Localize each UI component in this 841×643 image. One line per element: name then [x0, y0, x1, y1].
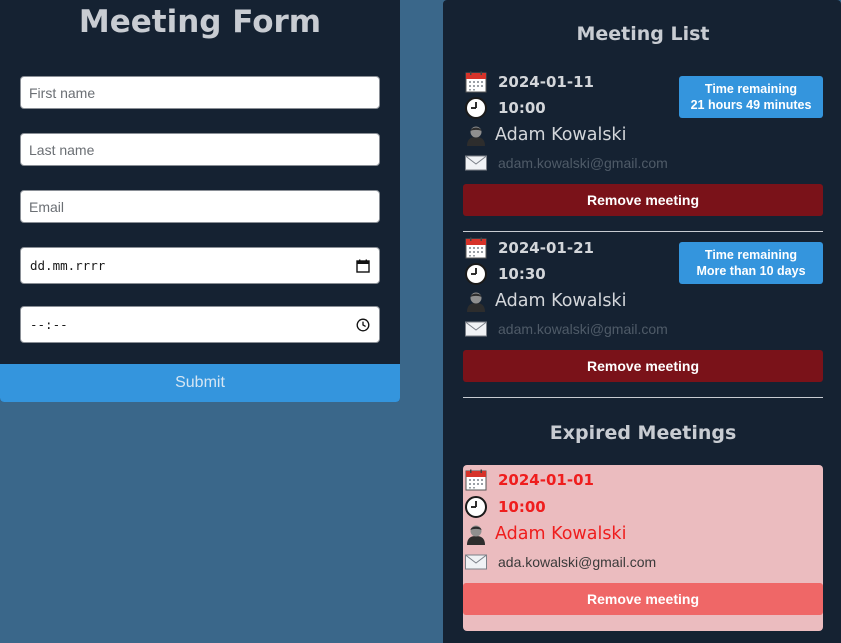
calendar-picker-icon[interactable] [356, 259, 370, 273]
envelope-icon [465, 152, 487, 174]
first-name-input[interactable] [20, 76, 380, 109]
clock-icon [465, 496, 487, 518]
time-input[interactable]: --:-- [20, 306, 380, 343]
meeting-form-panel: Meeting Form dd.mm.rrrr --:-- Submit [0, 0, 400, 402]
date-input[interactable]: dd.mm.rrrr [20, 247, 380, 284]
remove-meeting-button[interactable]: Remove meeting [463, 184, 823, 216]
badge-title: Time remaining [704, 248, 798, 262]
meeting-date: 2024-01-21 [498, 239, 594, 257]
expired-meetings-heading: Expired Meetings [549, 422, 737, 444]
divider [463, 397, 823, 398]
time-remaining-badge: Time remaining 21 hours 49 minutes [679, 76, 823, 118]
meeting-email: adam.kowalski@gmail.com [498, 321, 668, 337]
expired-meeting-card: 2024-01-01 10:00 Adam Kowalski ada.kowal… [463, 465, 823, 631]
meeting-name: Adam Kowalski [495, 524, 627, 544]
person-icon [465, 124, 487, 146]
clock-icon [465, 97, 487, 119]
meeting-name: Adam Kowalski [495, 125, 627, 145]
envelope-icon [465, 551, 487, 573]
divider [463, 231, 823, 232]
time-input-placeholder: --:-- [30, 317, 68, 332]
remove-meeting-button[interactable]: Remove meeting [463, 350, 823, 382]
calendar-icon [465, 469, 487, 491]
meeting-email: adam.kowalski@gmail.com [498, 155, 668, 171]
remove-meeting-button[interactable]: Remove meeting [463, 583, 823, 615]
meeting-time: 10:00 [498, 99, 546, 117]
last-name-input[interactable] [20, 133, 380, 166]
submit-button[interactable]: Submit [0, 364, 400, 402]
time-remaining-badge: Time remaining More than 10 days [679, 242, 823, 284]
calendar-icon [465, 237, 487, 259]
meeting-email: ada.kowalski@gmail.com [498, 554, 657, 570]
clock-icon [465, 263, 487, 285]
meeting-list-heading: Meeting List [576, 23, 710, 45]
form-title: Meeting Form [78, 4, 322, 40]
date-input-placeholder: dd.mm.rrrr [30, 258, 106, 273]
meeting-name: Adam Kowalski [495, 291, 627, 311]
calendar-icon [465, 71, 487, 93]
meeting-date: 2024-01-01 [498, 471, 594, 489]
meeting-date: 2024-01-11 [498, 73, 594, 91]
badge-value: 21 hours 49 minutes [690, 98, 812, 112]
person-icon [465, 523, 487, 545]
badge-value: More than 10 days [696, 264, 806, 278]
meeting-time: 10:30 [498, 265, 546, 283]
meeting-list-panel: Meeting List 2024-01-11 10:00 Adam Kowal… [443, 0, 841, 643]
email-input[interactable] [20, 190, 380, 223]
envelope-icon [465, 318, 487, 340]
person-icon [465, 290, 487, 312]
clock-picker-icon[interactable] [356, 318, 370, 332]
meeting-time: 10:00 [498, 498, 546, 516]
badge-title: Time remaining [704, 82, 798, 96]
